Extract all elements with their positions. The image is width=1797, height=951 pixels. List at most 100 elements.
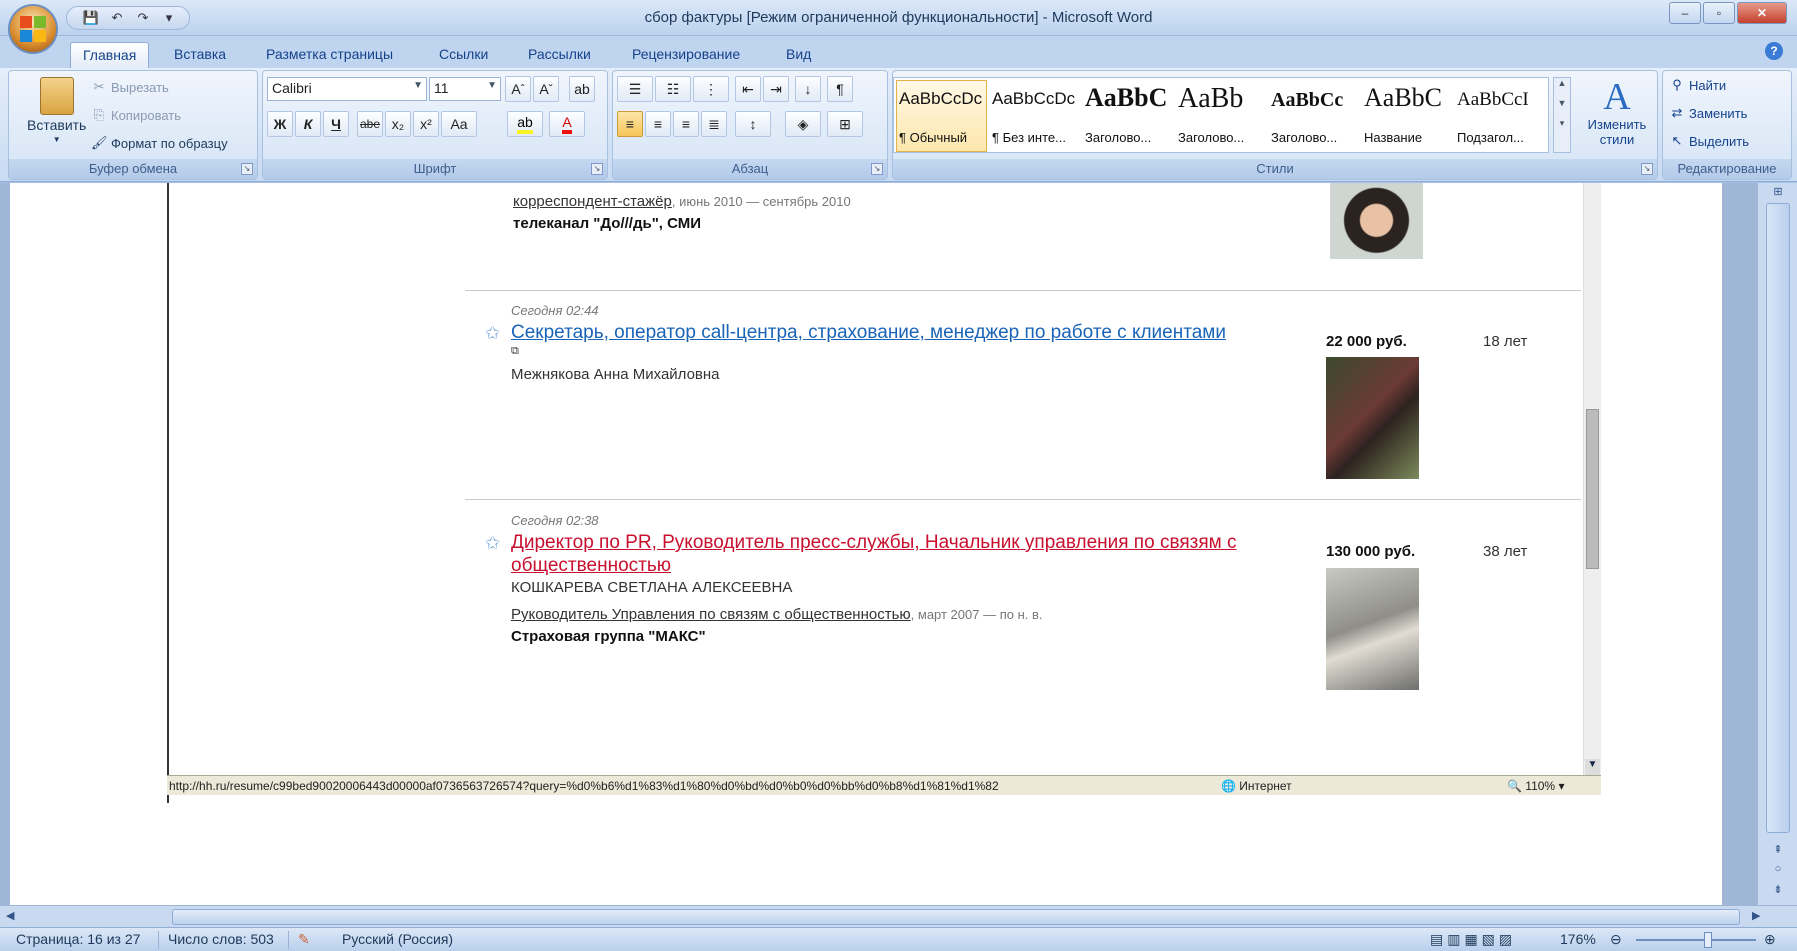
font-size-value: 11 <box>434 80 449 96</box>
font-group: Calibri ▼ 11 ▼ Aˆ Aˇ ab Ж К Ч abe x₂ x² Aa… <box>262 70 608 180</box>
select-label: Выделить <box>1689 133 1749 149</box>
increase-indent-icon[interactable]: ⇥ <box>763 76 789 102</box>
star-icon[interactable]: ✩ <box>485 533 500 554</box>
superscript-button[interactable]: x² <box>413 111 439 137</box>
font-size-combo[interactable]: 11 ▼ <box>429 77 501 101</box>
subscript-button[interactable]: x₂ <box>385 111 411 137</box>
font-name-combo[interactable]: Calibri ▼ <box>267 77 427 101</box>
numbering-icon[interactable]: ☷ <box>655 76 691 102</box>
language[interactable]: Русский (Россия) <box>342 931 453 947</box>
decrease-indent-icon[interactable]: ⇤ <box>735 76 761 102</box>
highlight-icon[interactable]: ab <box>507 111 543 137</box>
page-count[interactable]: Страница: 16 из 27 <box>16 931 140 947</box>
bold-button[interactable]: Ж <box>267 111 293 137</box>
word-count[interactable]: Число слов: 503 <box>168 931 274 947</box>
line-spacing-icon[interactable]: ↕ <box>735 111 771 137</box>
office-logo-icon <box>20 16 46 42</box>
office-button[interactable] <box>8 4 58 54</box>
borders-icon[interactable]: ⊞ <box>827 111 863 137</box>
scroll-right-icon[interactable]: ▶ <box>1752 909 1760 922</box>
font-color-icon[interactable]: A <box>549 111 585 137</box>
tab-references[interactable]: Ссылки <box>427 42 500 68</box>
shading-icon[interactable]: ◈ <box>785 111 821 137</box>
dialog-launcher-icon[interactable]: ↘ <box>1641 163 1653 175</box>
maximize-button[interactable]: ▫ <box>1703 2 1735 24</box>
zoom-level[interactable]: 176% <box>1560 931 1596 947</box>
shrink-font-icon[interactable]: Aˇ <box>533 76 559 102</box>
separator <box>288 931 289 949</box>
style-heading-2[interactable]: AaBb Заголово... <box>1175 80 1266 152</box>
bullets-icon[interactable]: ☰ <box>617 76 653 102</box>
ruler-toggle-icon[interactable]: ⊞ <box>1768 185 1788 201</box>
change-case-button[interactable]: Aa <box>441 111 477 137</box>
star-icon[interactable]: ✩ <box>485 323 500 344</box>
style-no-spacing[interactable]: AaBbCcDc ¶ Без инте... <box>989 80 1080 152</box>
browser-scrollbar[interactable]: ▼ <box>1583 183 1601 775</box>
style-heading-3[interactable]: AaBbCc Заголово... <box>1268 80 1359 152</box>
dialog-launcher-icon[interactable]: ↘ <box>591 163 603 175</box>
cut-button[interactable]: ✂ Вырезать <box>91 79 169 95</box>
minimize-button[interactable]: – <box>1669 2 1701 24</box>
dialog-launcher-icon[interactable]: ↘ <box>871 163 883 175</box>
spelling-icon[interactable]: ✎ <box>298 931 310 948</box>
format-painter-button[interactable]: 🖌 Формат по образцу <box>91 135 228 151</box>
resume1: Сегодня 02:44 ✩ Секретарь, оператор call… <box>465 303 1581 483</box>
style-heading-1[interactable]: AaBbC Заголово... <box>1082 80 1173 152</box>
align-right-icon[interactable]: ≡ <box>673 111 699 137</box>
select-button[interactable]: ↖ Выделить <box>1669 133 1749 149</box>
resume2-period: , март 2007 — по н. в. <box>910 607 1043 622</box>
view-buttons-icon[interactable]: ▤▥▦▧▨ <box>1430 931 1516 948</box>
multilevel-list-icon[interactable]: ⋮ <box>693 76 729 102</box>
tab-view[interactable]: Вид <box>774 42 823 68</box>
copy-button[interactable]: ⎘ Копировать <box>91 107 181 123</box>
align-left-icon[interactable]: ≡ <box>617 111 643 137</box>
horizontal-scroll-thumb[interactable] <box>172 909 1740 925</box>
style-name: Заголово... <box>1085 130 1152 145</box>
find-button[interactable]: ⚲ Найти <box>1669 77 1726 93</box>
sort-icon[interactable]: ↓ <box>795 76 821 102</box>
change-styles-button[interactable]: A Изменить стили <box>1581 77 1653 147</box>
vertical-scroll-thumb[interactable] <box>1766 203 1790 833</box>
replace-button[interactable]: ⇄ Заменить <box>1669 105 1748 121</box>
resume1-title-link[interactable]: Секретарь, оператор call-центра, страхов… <box>511 321 1291 344</box>
grow-font-icon[interactable]: Aˆ <box>505 76 531 102</box>
paste-button[interactable]: Вставить ▼ <box>27 77 86 144</box>
tab-insert[interactable]: Вставка <box>162 42 238 68</box>
dialog-launcher-icon[interactable]: ↘ <box>241 163 253 175</box>
style-title[interactable]: AaBbC Название <box>1361 80 1452 152</box>
style-normal[interactable]: AaBbCcDc ¶ Обычный <box>896 80 987 152</box>
justify-icon[interactable]: ≣ <box>701 111 727 137</box>
tab-review[interactable]: Рецензирование <box>620 42 752 68</box>
scroll-down-arrow-icon[interactable]: ▼ <box>1585 759 1600 775</box>
close-button[interactable]: ✕ <box>1737 2 1787 24</box>
tab-page-layout[interactable]: Разметка страницы <box>254 42 405 68</box>
underline-button[interactable]: Ч <box>323 111 349 137</box>
italic-button[interactable]: К <box>295 111 321 137</box>
zoom-slider-thumb[interactable] <box>1704 932 1712 948</box>
zoom-in-icon[interactable]: ⊕ <box>1764 931 1776 948</box>
horizontal-scrollbar[interactable]: ◀ ▶ <box>0 905 1797 927</box>
next-page-icon[interactable]: ⇟ <box>1768 883 1788 899</box>
tab-home[interactable]: Главная <box>70 42 150 68</box>
embedded-screenshot: корреспондент-стажёр, июнь 2010 — сентяб… <box>167 183 1601 803</box>
align-center-icon[interactable]: ≡ <box>645 111 671 137</box>
format-painter-icon: 🖌 <box>91 135 108 150</box>
new-window-icon[interactable]: ⧉ <box>511 345 519 358</box>
resume2-title-link[interactable]: Директор по PR, Руководитель пресс-служб… <box>511 531 1291 577</box>
zoom-slider[interactable] <box>1636 939 1756 941</box>
gallery-scroll-icon[interactable]: ▲ ▼ ▾ <box>1553 77 1571 153</box>
document-page[interactable]: корреспондент-стажёр, июнь 2010 — сентяб… <box>10 183 1722 905</box>
select-browse-object-icon[interactable]: ○ <box>1768 863 1788 879</box>
strikethrough-button[interactable]: abe <box>357 111 383 137</box>
vertical-scrollbar[interactable]: ⊞ ⇞ ○ ⇟ <box>1757 183 1797 905</box>
scroll-left-icon[interactable]: ◀ <box>6 909 14 922</box>
zoom-out-icon[interactable]: ⊖ <box>1610 931 1622 948</box>
clear-formatting-icon[interactable]: ab <box>569 76 595 102</box>
help-icon[interactable]: ? <box>1765 42 1783 60</box>
tab-mailings[interactable]: Рассылки <box>516 42 603 68</box>
separator <box>158 931 159 949</box>
show-marks-icon[interactable]: ¶ <box>827 76 853 102</box>
browser-scroll-thumb[interactable] <box>1586 409 1599 569</box>
style-subtitle[interactable]: AaBbCcI Подзагол... <box>1454 80 1545 152</box>
previous-page-icon[interactable]: ⇞ <box>1768 843 1788 859</box>
